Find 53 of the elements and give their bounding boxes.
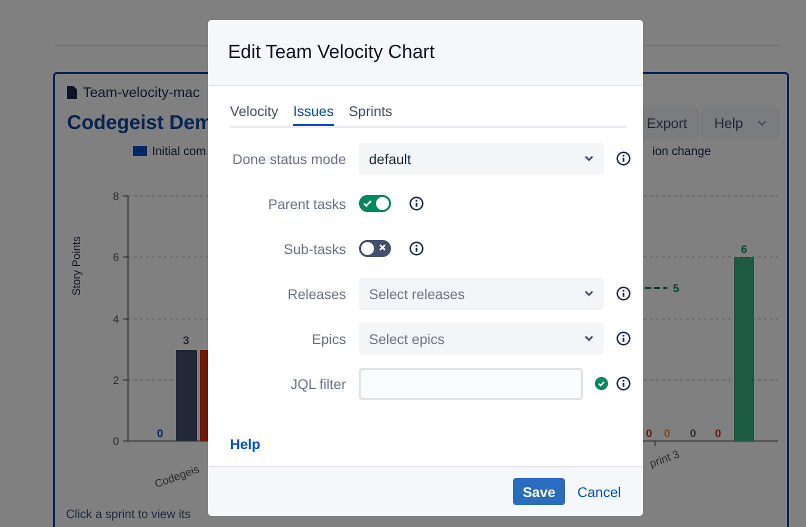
legend-label: ion change — [652, 144, 711, 158]
field-label: Done status mode — [231, 150, 346, 166]
chevron-down-icon — [584, 290, 594, 297]
value-label: 5 — [672, 283, 680, 295]
select-field[interactable]: Select epics — [359, 322, 604, 354]
select-field[interactable]: Select releases — [359, 278, 604, 310]
field-label: Parent tasks — [267, 196, 346, 212]
check-icon — [363, 199, 372, 208]
value-label: 0 — [714, 428, 722, 440]
field-label: JQL filter — [290, 376, 346, 392]
save-button[interactable]: Save — [512, 478, 566, 505]
x-axis-label: print 3 — [648, 448, 682, 470]
info-icon[interactable] — [616, 376, 631, 391]
value-label: 0 — [646, 428, 652, 440]
value-label: 3 — [182, 335, 190, 347]
legend-label: Initial com — [152, 144, 206, 158]
y-tick-label: 4 — [112, 314, 119, 326]
value-label: 0 — [690, 428, 696, 440]
select-field[interactable]: default — [359, 142, 604, 174]
value-label: 0 — [664, 428, 670, 440]
info-icon[interactable] — [616, 286, 631, 301]
info-icon[interactable] — [409, 241, 424, 256]
help-menu-button[interactable]: Help — [702, 107, 779, 139]
cancel-button[interactable]: Cancel — [575, 478, 623, 505]
tab[interactable]: Velocity — [230, 98, 278, 126]
help-link[interactable]: Help — [230, 436, 260, 452]
info-icon[interactable] — [616, 151, 631, 166]
toggle-switch[interactable] — [359, 240, 391, 257]
value-label: 0 — [156, 428, 164, 440]
chevron-down-icon — [757, 120, 767, 126]
y-tick-label: 6 — [112, 252, 119, 264]
axis-title: Story Points — [71, 236, 83, 296]
y-tick-label: 2 — [112, 375, 119, 387]
info-icon[interactable] — [409, 196, 424, 211]
hint-text: Click a sprint to view its — [66, 507, 191, 521]
dialog-title: Edit Team Velocity Chart — [228, 42, 435, 64]
field-label: Releases — [286, 286, 346, 302]
field-label: Epics — [310, 330, 346, 346]
field-label: Sub-tasks — [282, 240, 346, 256]
y-tick-label: 8 — [112, 191, 119, 203]
input-field[interactable] — [359, 368, 583, 400]
value-label: 6 — [740, 244, 748, 256]
close-icon — [379, 244, 386, 251]
toggle-switch[interactable] — [359, 195, 391, 212]
chevron-down-icon — [584, 155, 594, 162]
tab[interactable]: Sprints — [348, 98, 392, 126]
target-line — [645, 287, 667, 289]
document-icon — [67, 86, 77, 98]
tab[interactable]: Issues — [293, 98, 334, 126]
file-name: Team-velocity-mac — [83, 84, 200, 100]
y-tick-label: 0 — [112, 436, 119, 448]
chevron-down-icon — [584, 335, 594, 342]
info-icon[interactable] — [616, 331, 631, 346]
